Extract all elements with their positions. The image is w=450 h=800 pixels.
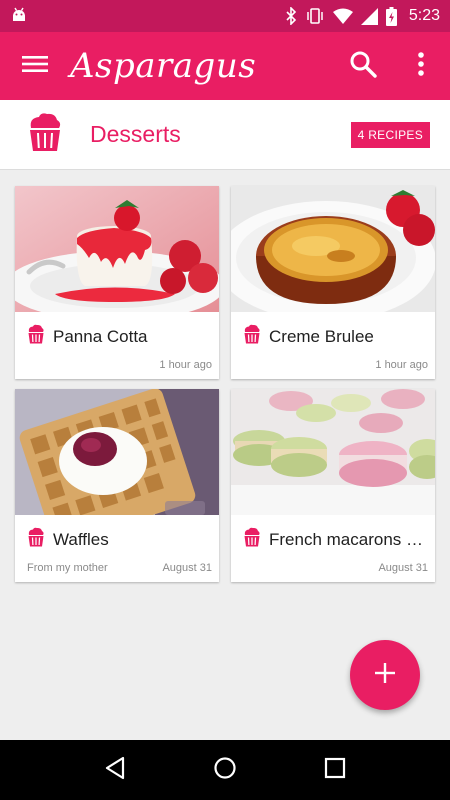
add-recipe-button[interactable]: [350, 640, 420, 710]
android-debug-icon: [10, 5, 28, 28]
recipe-time: 1 hour ago: [375, 359, 428, 371]
recipe-card[interactable]: Creme Brulee 1 hour ago: [231, 186, 435, 379]
recipe-card[interactable]: Waffles From my mother August 31: [15, 389, 219, 582]
back-button[interactable]: [85, 740, 145, 800]
app-bar: Asparagus: [0, 32, 450, 100]
cupcake-icon: [27, 324, 45, 349]
menu-icon: [22, 54, 48, 79]
cupcake-icon: [27, 112, 63, 157]
macarons-image: [231, 389, 435, 515]
waffles-image: [15, 389, 219, 515]
signal-icon: [360, 7, 378, 25]
home-button[interactable]: [195, 740, 255, 800]
recipe-title: Panna Cotta: [53, 326, 148, 346]
recipe-title: Waffles: [53, 529, 109, 549]
cupcake-icon: [243, 324, 261, 349]
recipe-card[interactable]: French macarons wit… August 31: [231, 389, 435, 582]
recipe-count-badge: 4 RECIPES: [350, 121, 430, 148]
cupcake-icon: [243, 527, 261, 552]
plus-icon: [374, 662, 396, 689]
recipe-time: August 31: [162, 562, 212, 574]
status-bar: 5:23: [0, 0, 450, 32]
category-header: Desserts 4 RECIPES: [0, 100, 450, 170]
back-icon: [104, 756, 126, 785]
category-title: Desserts: [90, 121, 181, 147]
recipe-title: French macarons wit…: [269, 529, 428, 549]
recipe-time: 1 hour ago: [159, 359, 212, 371]
more-options-button[interactable]: [392, 32, 450, 100]
recents-icon: [324, 757, 346, 784]
more-vert-icon: [417, 51, 425, 82]
battery-charging-icon: [385, 6, 397, 26]
recipe-time: August 31: [378, 562, 428, 574]
system-nav-bar: [0, 740, 450, 800]
recents-button[interactable]: [305, 740, 365, 800]
creme-brulee-image: [231, 186, 435, 312]
cupcake-icon: [27, 527, 45, 552]
recipe-title: Creme Brulee: [269, 326, 374, 346]
bluetooth-icon: [285, 7, 297, 25]
recipe-card[interactable]: Panna Cotta 1 hour ago: [15, 186, 219, 379]
app-title: Asparagus: [70, 46, 257, 86]
vibrate-icon: [305, 7, 325, 25]
wifi-icon: [332, 8, 353, 24]
search-button[interactable]: [334, 32, 392, 100]
menu-button[interactable]: [0, 32, 70, 100]
status-time: 5:23: [408, 7, 440, 24]
recipe-subtitle: From my mother: [27, 562, 108, 574]
home-icon: [213, 756, 237, 785]
search-icon: [349, 50, 377, 83]
panna-cotta-image: [15, 186, 219, 312]
recipe-grid: Panna Cotta 1 hour ago Creme Brulee 1 ho…: [15, 186, 435, 582]
